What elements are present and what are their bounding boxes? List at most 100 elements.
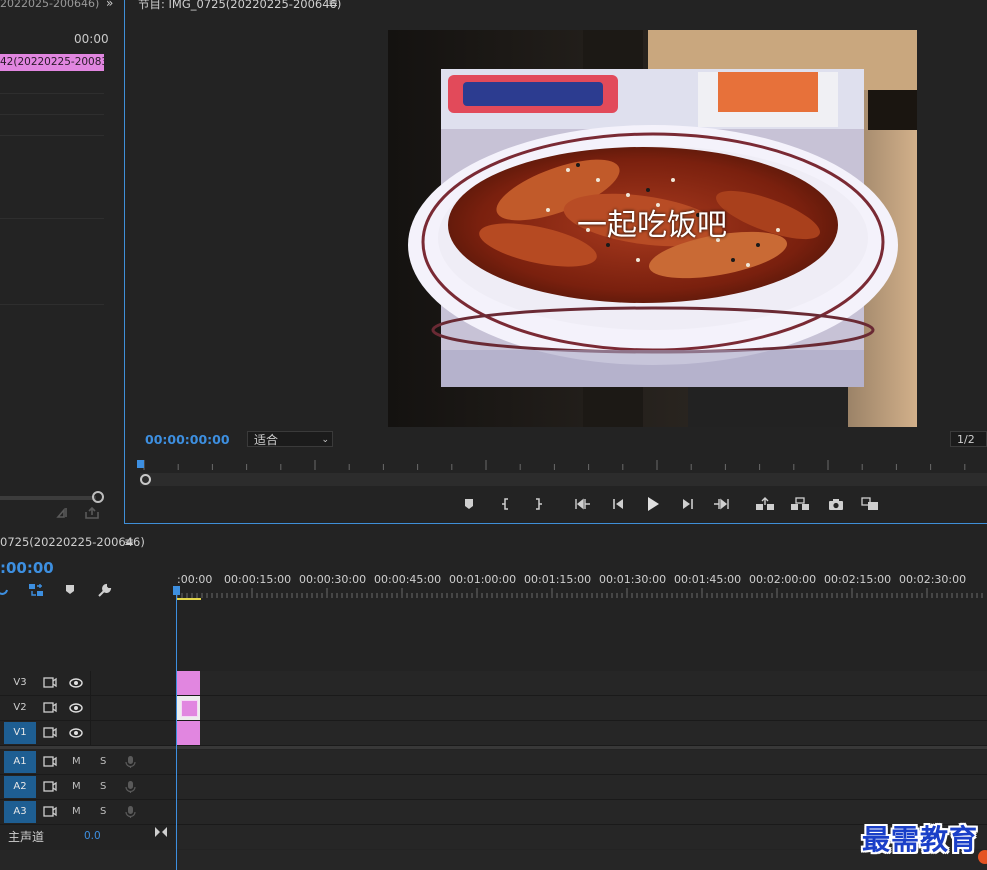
timeline-playhead-line[interactable] xyxy=(176,588,177,870)
track-output-icon[interactable] xyxy=(43,805,57,819)
solo-button[interactable]: S xyxy=(100,750,106,774)
eye-icon[interactable] xyxy=(69,676,83,690)
play-button[interactable] xyxy=(643,494,663,514)
add-marker-icon[interactable] xyxy=(64,584,76,596)
track-label-v3[interactable]: V3 xyxy=(4,672,36,694)
track-label-v1[interactable]: V1 xyxy=(4,722,36,744)
mark-in-button[interactable] xyxy=(496,494,516,514)
snap-icon[interactable] xyxy=(0,583,10,597)
ruler-label: 00:02:00:00 xyxy=(749,573,817,586)
track-label-v2[interactable]: V2 xyxy=(4,697,36,719)
panel-overflow-icon[interactable]: » xyxy=(106,0,113,10)
step-back-icon xyxy=(613,499,623,509)
linked-selection-icon[interactable] xyxy=(28,583,44,597)
track-output-icon[interactable] xyxy=(43,755,57,769)
track-lane-v2[interactable] xyxy=(176,696,987,720)
ruler-label: 00:00:45:00 xyxy=(374,573,442,586)
eye-icon[interactable] xyxy=(69,726,83,740)
marker-icon xyxy=(465,499,473,509)
divider xyxy=(0,135,104,136)
zoom-fit-select[interactable]: 适合 ⌄ xyxy=(247,431,333,447)
track-divider[interactable] xyxy=(0,746,987,749)
program-zoom-handle[interactable] xyxy=(140,474,151,485)
track-header-a2: A2 M S xyxy=(0,775,175,799)
insert-icon[interactable] xyxy=(56,506,74,520)
mute-button[interactable]: M xyxy=(72,800,81,824)
clip-v3[interactable] xyxy=(177,671,200,695)
solo-button[interactable]: S xyxy=(100,800,106,824)
comparison-view-icon xyxy=(861,497,878,510)
track-row-v2: V2 xyxy=(0,696,987,721)
extract-button[interactable] xyxy=(790,494,810,514)
timeline-playhead[interactable] xyxy=(173,586,180,595)
source-zoom-bar[interactable] xyxy=(0,496,96,500)
master-volume-value[interactable]: 0.0 xyxy=(84,830,101,842)
hamburger-icon[interactable]: ≡ xyxy=(124,535,134,549)
source-clip[interactable]: 42(20220225-200839 xyxy=(0,54,104,71)
track-row-a1: A1 M S xyxy=(0,750,987,775)
wrench-icon[interactable] xyxy=(96,583,112,599)
track-output-icon[interactable] xyxy=(43,726,57,740)
go-to-in-icon xyxy=(575,498,590,510)
track-lane-v3[interactable] xyxy=(176,671,987,695)
eye-icon[interactable] xyxy=(69,701,83,715)
timeline-timecode[interactable]: :00:00 xyxy=(0,559,54,577)
track-output-icon[interactable] xyxy=(43,780,57,794)
clip-v2[interactable] xyxy=(177,696,200,720)
track-label-a3[interactable]: A3 xyxy=(4,801,36,823)
track-lane-a2[interactable] xyxy=(176,775,987,799)
microphone-icon[interactable] xyxy=(124,805,138,819)
track-lane-a1[interactable] xyxy=(176,750,987,774)
mute-button[interactable]: M xyxy=(72,775,81,799)
program-timecode[interactable]: 00:00:00:00 xyxy=(145,432,230,447)
lift-button[interactable] xyxy=(755,494,775,514)
timeline-bottom-area xyxy=(0,850,987,870)
step-forward-button[interactable] xyxy=(678,494,698,514)
program-playhead[interactable] xyxy=(137,460,144,468)
program-scrub-bar[interactable] xyxy=(140,473,987,486)
microphone-icon[interactable] xyxy=(124,755,138,769)
clip-v1[interactable] xyxy=(177,721,200,745)
watermark-logo: 最需教育 xyxy=(862,823,979,856)
resolution-select[interactable]: 1/2 xyxy=(950,431,987,447)
divider xyxy=(90,696,91,720)
track-lane-v1[interactable] xyxy=(176,721,987,745)
program-time-ruler[interactable] xyxy=(140,456,987,472)
add-marker-button[interactable] xyxy=(459,494,479,514)
source-panel-title[interactable]: 2022025-200646) xyxy=(0,0,99,10)
track-label-a2[interactable]: A2 xyxy=(4,776,36,798)
mark-out-button[interactable] xyxy=(528,494,548,514)
track-output-icon[interactable] xyxy=(43,701,57,715)
ruler-label: 00:01:00:00 xyxy=(449,573,517,586)
track-label-a1[interactable]: A1 xyxy=(4,751,36,773)
timeline-empty-area[interactable] xyxy=(176,602,987,670)
go-to-in-button[interactable] xyxy=(573,494,593,514)
go-to-edit-point-icon[interactable] xyxy=(154,826,168,838)
track-row-v3: V3 xyxy=(0,671,987,696)
microphone-icon[interactable] xyxy=(124,780,138,794)
track-output-icon[interactable] xyxy=(43,676,57,690)
track-row-v1: V1 xyxy=(0,721,987,746)
go-to-out-button[interactable] xyxy=(711,494,731,514)
comparison-view-button[interactable] xyxy=(860,494,880,514)
ruler-label: 00:02:15:00 xyxy=(824,573,892,586)
track-row-a2: A2 M S xyxy=(0,775,987,800)
ruler-label: 00:02:30:00 xyxy=(899,573,967,586)
mute-button[interactable]: M xyxy=(72,750,81,774)
zoom-fit-value: 适合 xyxy=(254,433,279,447)
chat-icon[interactable] xyxy=(978,850,987,864)
source-zoom-handle[interactable] xyxy=(92,491,104,503)
timeline-time-ruler[interactable] xyxy=(176,586,987,600)
solo-button[interactable]: S xyxy=(100,775,106,799)
mark-out-icon xyxy=(536,498,542,510)
export-frame-button[interactable] xyxy=(826,494,846,514)
work-area-bar[interactable] xyxy=(176,598,201,600)
step-back-button[interactable] xyxy=(608,494,628,514)
program-monitor-title[interactable]: 节目: IMG_0725(20220225-200646) xyxy=(138,0,341,12)
hamburger-icon[interactable]: ≡ xyxy=(328,0,338,10)
overwrite-icon[interactable] xyxy=(84,506,100,520)
ruler-label: 00:01:30:00 xyxy=(599,573,667,586)
ruler-label: 00:01:45:00 xyxy=(674,573,742,586)
program-video-frame[interactable]: 一起吃饭吧 xyxy=(388,30,917,427)
track-header-a1: A1 M S xyxy=(0,750,175,774)
